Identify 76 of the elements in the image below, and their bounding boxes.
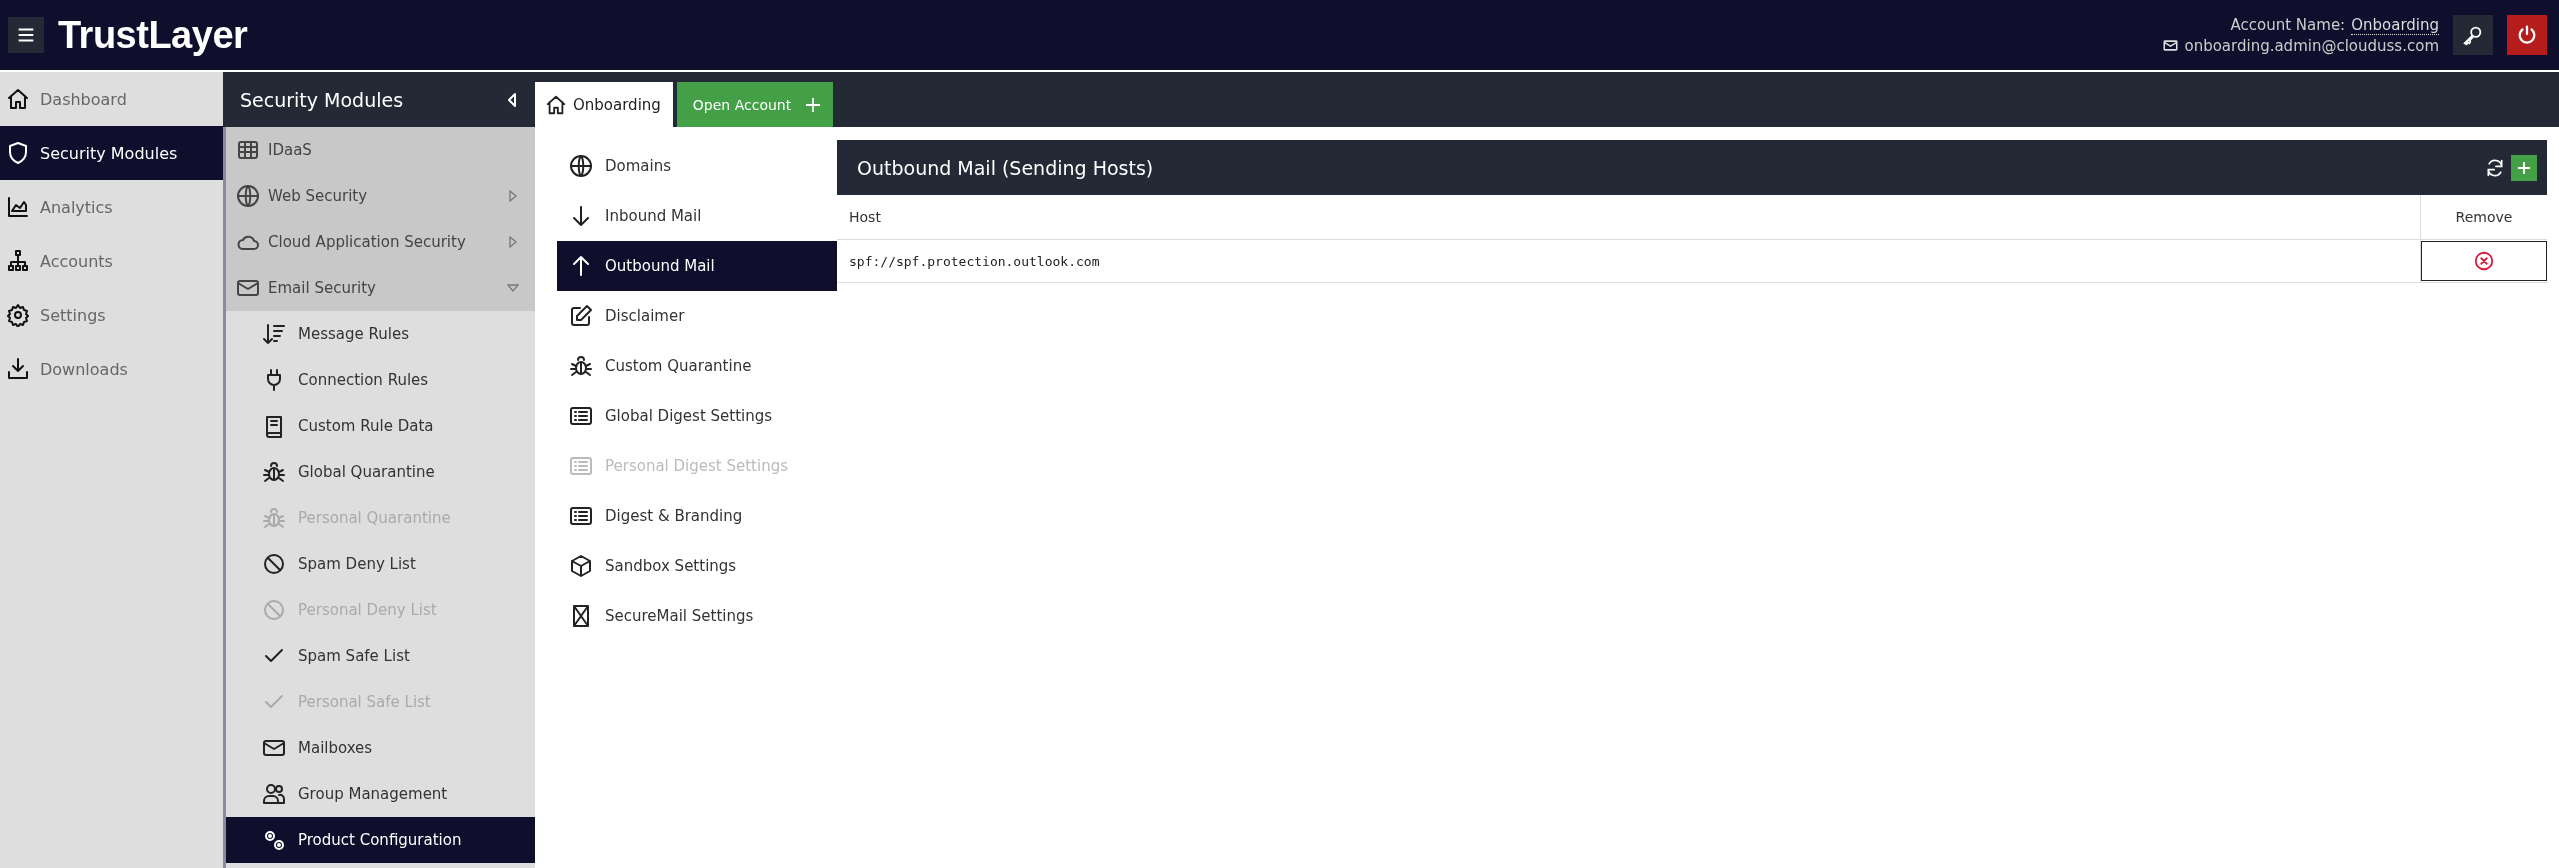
logo: TrustLayer <box>58 13 248 57</box>
account-label: Account Name: <box>2230 16 2346 34</box>
module-subitem[interactable]: Global Quarantine <box>226 449 535 495</box>
module-subitem[interactable]: Connection Rules <box>226 357 535 403</box>
users-icon <box>262 782 286 806</box>
sort-icon <box>262 322 286 346</box>
user-email: onboarding.admin@clouduss.com <box>2184 36 2439 55</box>
settings-menu-item[interactable]: Global Digest Settings <box>557 391 837 441</box>
globe-icon <box>569 154 593 178</box>
settings-menu-item[interactable]: Custom Quarantine <box>557 341 837 391</box>
module-subitem[interactable]: Mailboxes <box>226 725 535 771</box>
nav-item[interactable]: Accounts <box>0 234 223 288</box>
menu-button[interactable] <box>8 17 44 53</box>
nav-item[interactable]: Analytics <box>0 180 223 234</box>
key-button[interactable] <box>2453 15 2493 55</box>
ban-icon <box>262 552 286 576</box>
settings-menu-item[interactable]: SecureMail Settings <box>557 591 837 641</box>
list-icon <box>569 404 593 428</box>
home-icon <box>6 87 30 111</box>
caret-icon <box>507 190 519 202</box>
bug-icon <box>262 460 286 484</box>
module-subitem[interactable]: Spam Safe List <box>226 633 535 679</box>
nav-item[interactable]: Settings <box>0 288 223 342</box>
module-subitem[interactable]: Message Rules <box>226 311 535 357</box>
nav-item[interactable]: Dashboard <box>0 72 223 126</box>
refresh-icon[interactable] <box>2485 157 2505 178</box>
download-icon <box>6 357 30 381</box>
sitemap-icon <box>6 249 30 273</box>
bug-icon <box>262 506 286 530</box>
key-icon <box>2462 24 2484 46</box>
settings-menu-item[interactable]: Disclaimer <box>557 291 837 341</box>
envelope-icon <box>2163 38 2179 53</box>
close-circle-icon <box>2473 250 2495 272</box>
edit-icon <box>569 304 593 328</box>
home-icon <box>545 93 567 116</box>
ban-icon <box>262 598 286 622</box>
plus-icon <box>805 96 822 113</box>
settings-menu-item[interactable]: Domains <box>557 141 837 191</box>
panel-title: Outbound Mail (Sending Hosts) <box>857 156 1154 179</box>
module-subitem[interactable]: Group Management <box>226 771 535 817</box>
list-icon <box>569 454 593 478</box>
module-item[interactable]: IDaaS <box>226 127 535 173</box>
cube-icon <box>569 554 593 578</box>
globe-icon <box>236 184 260 208</box>
module-subitem[interactable]: Product Configuration <box>226 817 535 863</box>
plus-icon <box>2516 159 2532 176</box>
chart-icon <box>6 195 30 219</box>
module-item[interactable]: Web Security <box>226 173 535 219</box>
settings-menu-item[interactable]: Sandbox Settings <box>557 541 837 591</box>
bug-icon <box>569 354 593 378</box>
account-name-link[interactable]: Onboarding <box>2351 15 2439 35</box>
collapse-caret-icon[interactable] <box>507 92 517 107</box>
remove-button[interactable] <box>2421 241 2547 281</box>
settings-menu-item[interactable]: Outbound Mail <box>557 241 837 291</box>
nav-item[interactable]: Security Modules <box>0 126 223 180</box>
caret-icon <box>507 236 519 248</box>
modules-title: Security Modules <box>240 88 404 111</box>
settings-menu-item[interactable]: Digest & Branding <box>557 491 837 541</box>
column-header: Host <box>837 195 2421 240</box>
module-item[interactable]: Cloud Application Security <box>226 219 535 265</box>
list-icon <box>569 504 593 528</box>
nav-item[interactable]: Downloads <box>0 342 223 396</box>
module-subitem[interactable]: Custom Rule Data <box>226 403 535 449</box>
gear-icon <box>6 303 30 327</box>
grid-icon <box>236 138 260 162</box>
shield-icon <box>6 141 30 165</box>
add-button[interactable] <box>2511 154 2537 181</box>
power-icon <box>2516 24 2538 46</box>
settings-menu-item[interactable]: Inbound Mail <box>557 191 837 241</box>
tab[interactable]: Onboarding <box>535 82 673 127</box>
module-item[interactable]: Email Security <box>226 265 535 311</box>
caret-icon <box>507 282 519 294</box>
module-subitem[interactable]: Spam Deny List <box>226 541 535 587</box>
power-button[interactable] <box>2507 15 2547 55</box>
column-header: Remove <box>2420 195 2547 240</box>
table-cell: spf://spf.protection.outlook.com <box>837 239 2421 283</box>
